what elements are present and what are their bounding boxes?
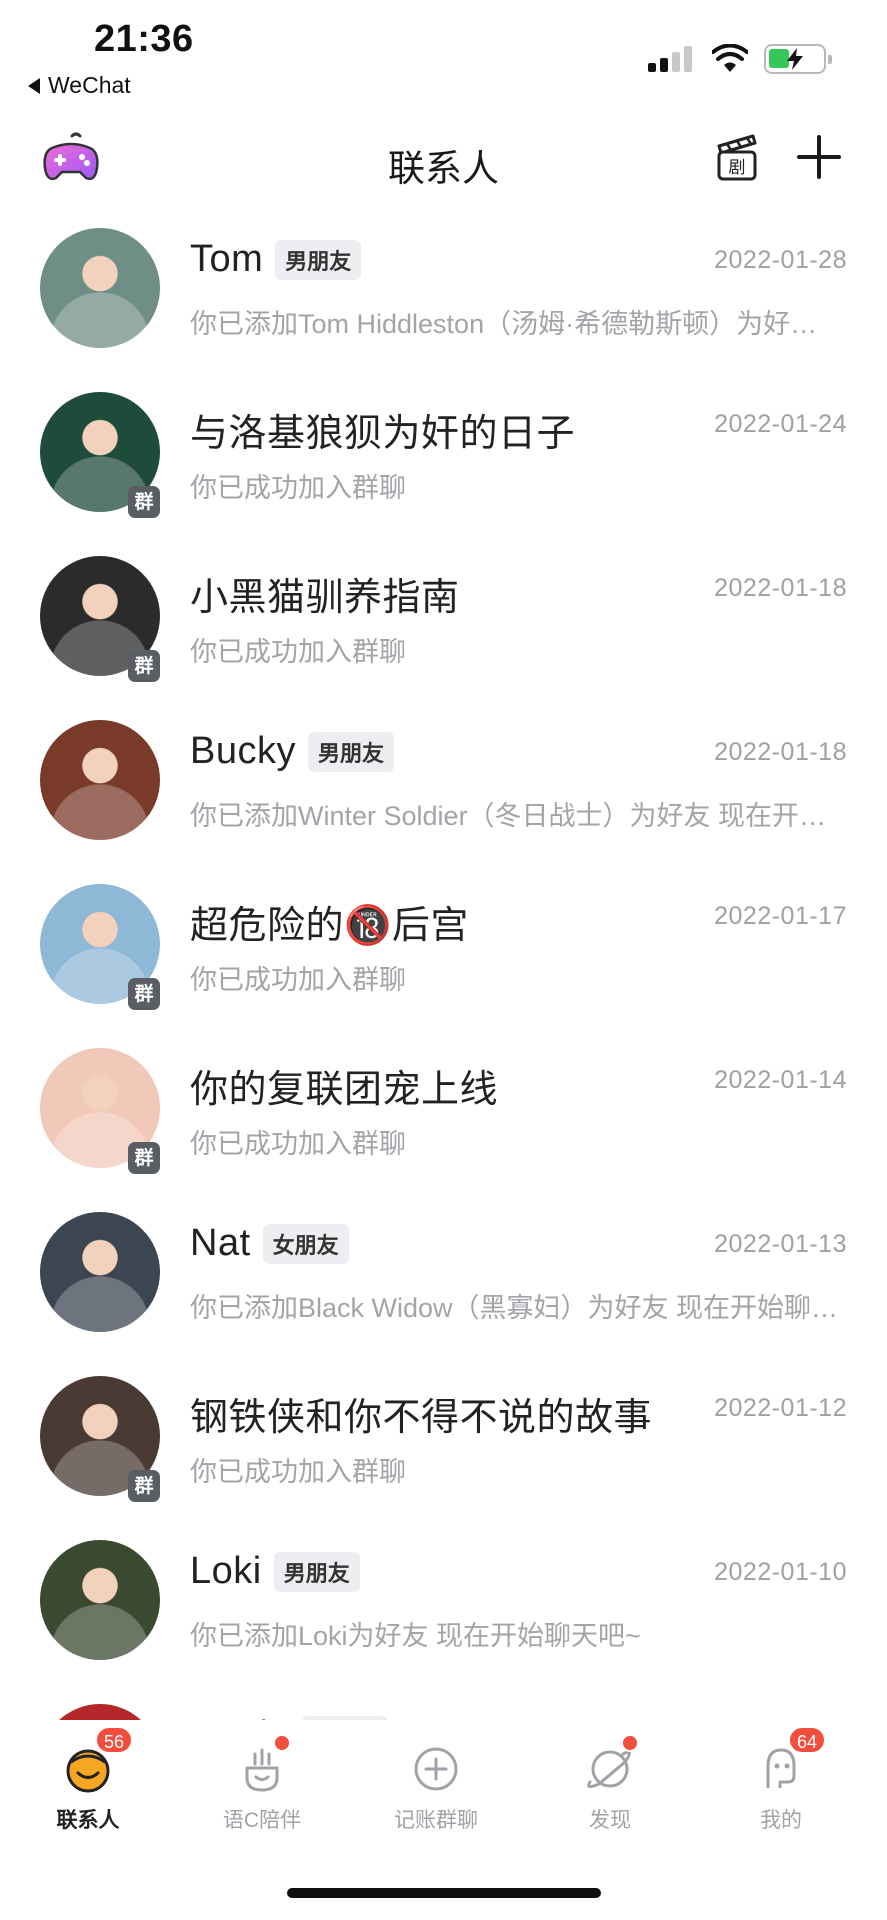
contact-name-line: 你的复联团宠上线: [190, 1058, 498, 1113]
contact-name: Bucky: [190, 730, 296, 772]
tab-label: 发现: [589, 1809, 631, 1832]
contact-avatar[interactable]: [40, 1212, 160, 1332]
contact-name-line: 超危险的🔞后宫: [190, 894, 469, 949]
contact-date: 2022-01-12: [714, 1394, 847, 1422]
cellular-signal-icon: [648, 46, 694, 72]
contact-row[interactable]: Nat 女朋友 2022-01-13 你已添加Black Widow（黑寡妇）为好友 …: [0, 1194, 887, 1358]
wifi-icon: [712, 44, 748, 72]
message-preview: 你已成功加入群聊: [190, 1129, 406, 1159]
contact-avatar[interactable]: [40, 228, 160, 348]
contact-name: Loki: [190, 1550, 262, 1592]
status-time: 21:36: [94, 18, 194, 60]
contact-row[interactable]: 群超危险的🔞后宫 2022-01-17 你已成功加入群聊: [0, 866, 887, 1030]
message-preview: 你已成功加入群聊: [190, 637, 406, 667]
back-arrow-icon: [28, 77, 40, 94]
message-preview: 你已添加Winter Soldier（冬日战士）为好友 现在开始聊天吧~: [190, 801, 840, 831]
contact-name-line: Loki 男朋友: [190, 1550, 360, 1593]
contact-date: 2022-01-18: [714, 574, 847, 602]
message-preview: 你已添加Black Widow（黑寡妇）为好友 现在开始聊天吧~: [190, 1293, 840, 1323]
notification-dot: [621, 1734, 639, 1752]
drama-clapperboard-icon[interactable]: 剧: [715, 132, 759, 182]
contact-row[interactable]: Loki 男朋友 2022-01-10 你已添加Loki为好友 现在开始聊天吧~: [0, 1522, 887, 1686]
tab-label: 记账群聊: [394, 1809, 478, 1832]
tab-label: 语C陪伴: [222, 1809, 302, 1832]
top-navigation-bar: 联系人 剧: [0, 120, 887, 200]
message-preview: 你已成功加入群聊: [190, 1457, 406, 1487]
home-indicator: [287, 1888, 601, 1898]
contact-row[interactable]: 群与洛基狼狈为奸的日子 2022-01-24 你已成功加入群聊: [0, 374, 887, 538]
message-preview: 你已添加Loki为好友 现在开始聊天吧~: [190, 1621, 641, 1651]
tab-1[interactable]: 56 联系人: [28, 1726, 148, 1834]
relationship-tag: 男朋友: [275, 239, 362, 280]
contact-name: 钢铁侠和你不得不说的故事: [190, 1397, 653, 1439]
tab-2[interactable]: 语C陪伴: [202, 1734, 322, 1834]
contact-name: 与洛基狼狈为奸的日子: [190, 413, 576, 455]
contact-date: 2022-01-13: [714, 1230, 847, 1258]
contact-name: 你的复联团宠上线: [190, 1069, 499, 1111]
planet-icon: [585, 1734, 639, 1794]
drama-icon-label: 剧: [729, 158, 746, 178]
status-bar: 21:36 WeChat: [0, 0, 887, 100]
contact-name: Tom: [190, 238, 264, 280]
contact-name: 超危险的🔞后宫: [190, 905, 469, 947]
contacts-face-icon: 56: [63, 1726, 134, 1794]
group-badge: 群: [128, 1470, 160, 1502]
contact-name-line: 小黑猫驯养指南: [190, 566, 460, 621]
contact-row[interactable]: Wade男朋友2022-01-08: [0, 1686, 887, 1720]
tab-label: 我的: [760, 1809, 802, 1832]
contact-date: 2022-01-10: [714, 1558, 847, 1586]
contact-date: 2022-01-18: [714, 738, 847, 766]
contact-list[interactable]: Tom 男朋友 2022-01-28 你已添加Tom Hiddleston（汤姆·希德…: [0, 210, 887, 1720]
contact-avatar[interactable]: [40, 720, 160, 840]
message-preview: 你已成功加入群聊: [190, 965, 406, 995]
contact-name-line: Bucky 男朋友: [190, 730, 394, 773]
relationship-tag: 女朋友: [262, 1223, 349, 1264]
group-badge: 群: [128, 978, 160, 1010]
group-badge: 群: [128, 650, 160, 682]
contact-avatar[interactable]: [40, 1540, 160, 1660]
tab-5[interactable]: 64 我的: [721, 1726, 841, 1834]
message-preview: 你已成功加入群聊: [190, 473, 406, 503]
relationship-tag: 男朋友: [307, 731, 394, 772]
tab-4[interactable]: 发现: [550, 1734, 670, 1834]
contact-date: 2022-01-24: [714, 410, 847, 438]
tab-label: 联系人: [56, 1809, 120, 1832]
contact-name: Nat: [190, 1222, 251, 1264]
relationship-tag: 男朋友: [273, 1551, 360, 1592]
contact-row[interactable]: Tom 男朋友 2022-01-28 你已添加Tom Hiddleston（汤姆·希德…: [0, 210, 887, 374]
battery-icon: [764, 44, 832, 74]
back-to-app-link[interactable]: WeChat: [28, 72, 131, 99]
contact-avatar[interactable]: [40, 1704, 160, 1720]
message-preview: 你已添加Tom Hiddleston（汤姆·希德勒斯顿）为好友 现在开始聊天吧~: [190, 309, 840, 339]
group-badge: 群: [128, 486, 160, 518]
contact-name-line: Nat 女朋友: [190, 1222, 349, 1265]
bottom-tab-bar: 56 联系人 语C陪伴 记账群聊 发现 64 我的: [0, 1720, 887, 1840]
contact-name: 小黑猫驯养指南: [190, 577, 460, 619]
contact-name-line: Tom 男朋友: [190, 238, 362, 281]
contact-date: 2022-01-17: [714, 902, 847, 930]
notification-dot: [273, 1734, 291, 1752]
contact-row[interactable]: 群钢铁侠和你不得不说的故事 2022-01-12 你已成功加入群聊: [0, 1358, 887, 1522]
companion-icon: [237, 1734, 291, 1794]
contact-row[interactable]: 群小黑猫驯养指南 2022-01-18 你已成功加入群聊: [0, 538, 887, 702]
contact-name-line: 钢铁侠和你不得不说的故事: [190, 1386, 652, 1441]
contact-date: 2022-01-28: [714, 246, 847, 274]
contact-name-line: 与洛基狼狈为奸的日子: [190, 402, 575, 457]
group-badge: 群: [128, 1142, 160, 1174]
profile-icon: 64: [756, 1726, 827, 1794]
tab-3[interactable]: 记账群聊: [376, 1744, 496, 1834]
back-app-label: WeChat: [48, 72, 131, 98]
unread-count-badge: 56: [95, 1726, 134, 1754]
add-circle-icon: [411, 1744, 461, 1794]
contact-date: 2022-01-14: [714, 1066, 847, 1094]
contact-row[interactable]: Bucky 男朋友 2022-01-18 你已添加Winter Soldier（冬日战…: [0, 702, 887, 866]
add-button[interactable]: [797, 134, 843, 180]
unread-count-badge: 64: [788, 1726, 827, 1754]
contact-row[interactable]: 群你的复联团宠上线 2022-01-14 你已成功加入群聊: [0, 1030, 887, 1194]
